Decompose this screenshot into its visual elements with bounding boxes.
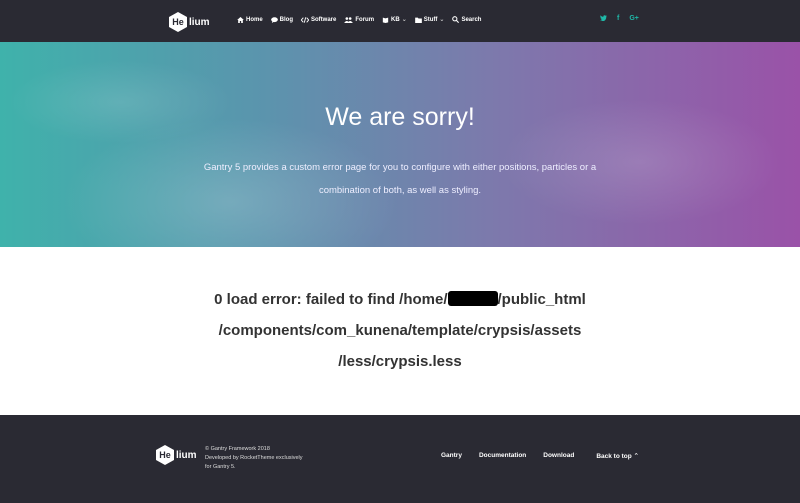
footer-link-documentation[interactable]: Documentation	[479, 452, 526, 460]
back-to-top-link[interactable]: Back to top ⌃	[596, 452, 639, 460]
nav-label: KB	[391, 16, 400, 23]
main-nav: Home Blog Software Forum KB ⌄ Stuff ⌄ Se…	[237, 16, 481, 23]
error-text: 0 load error: failed to find /home/	[214, 291, 448, 308]
hero-description: Gantry 5 provides a custom error page fo…	[203, 162, 597, 196]
nav-label: Search	[461, 16, 482, 23]
error-text: /public_html	[497, 291, 586, 308]
logo-text: lium	[176, 449, 197, 461]
page-title: We are sorry!	[325, 103, 475, 131]
twitter-icon[interactable]	[600, 15, 607, 23]
error-message: 0 load error: failed to find /home/ /publ…	[150, 284, 650, 377]
nav-item-home[interactable]: Home	[237, 16, 263, 23]
google-plus-icon[interactable]: G+	[629, 15, 639, 23]
nav-item-blog[interactable]: Blog	[270, 16, 294, 23]
hero-banner: We are sorry! Gantry 5 provides a custom…	[0, 42, 800, 247]
nav-item-software[interactable]: Software	[301, 16, 336, 23]
footer-nav: Gantry Documentation Download Back to to…	[441, 452, 639, 460]
nav-item-stuff[interactable]: Stuff ⌄	[414, 16, 445, 23]
copyright-line: Developed by RocketTheme exclusively	[205, 455, 303, 461]
site-header: He lium Home Blog Software Forum KB ⌄ St…	[0, 0, 800, 42]
nav-label: Stuff	[423, 16, 438, 23]
nav-label: Forum	[355, 16, 375, 23]
copyright-text: © Gantry Framework 2018 Developed by Roc…	[205, 445, 315, 472]
helium-logo[interactable]: He lium	[169, 12, 210, 32]
nav-item-kb[interactable]: KB ⌄	[382, 16, 407, 23]
footer-link-download[interactable]: Download	[543, 452, 574, 460]
nav-label: Home	[246, 16, 263, 23]
nav-label: Blog	[279, 16, 294, 23]
book-icon	[382, 17, 389, 23]
footer-link-gantry[interactable]: Gantry	[441, 452, 462, 460]
logo-hex-mark: He	[169, 12, 187, 32]
error-line-3: /less/crypsis.less	[338, 353, 462, 370]
nav-item-search[interactable]: Search	[452, 16, 481, 23]
code-icon	[301, 16, 310, 23]
users-icon	[344, 16, 354, 23]
social-links: f G+	[600, 15, 639, 23]
error-line-2: /components/com_kunena/template/crypsis/…	[218, 322, 582, 339]
redacted-block	[447, 291, 498, 306]
logo-text: lium	[189, 16, 210, 28]
search-icon	[452, 16, 460, 23]
site-footer: He lium © Gantry Framework 2018 Develope…	[0, 415, 800, 503]
chevron-down-icon: ⌄	[439, 17, 445, 23]
folder-icon	[414, 17, 422, 23]
nav-item-forum[interactable]: Forum	[344, 16, 374, 23]
copyright-line: © Gantry Framework 2018	[205, 446, 270, 452]
nav-label: Software	[311, 16, 337, 23]
comment-icon	[270, 16, 278, 23]
logo-hex-mark: He	[156, 445, 174, 465]
chevron-down-icon: ⌄	[401, 17, 407, 23]
home-icon	[237, 16, 244, 23]
footer-logo[interactable]: He lium	[156, 445, 197, 465]
copyright-line: for Gantry 5.	[205, 464, 236, 470]
facebook-icon[interactable]: f	[617, 15, 619, 23]
error-line-1: 0 load error: failed to find /home/ /publ…	[150, 284, 650, 315]
